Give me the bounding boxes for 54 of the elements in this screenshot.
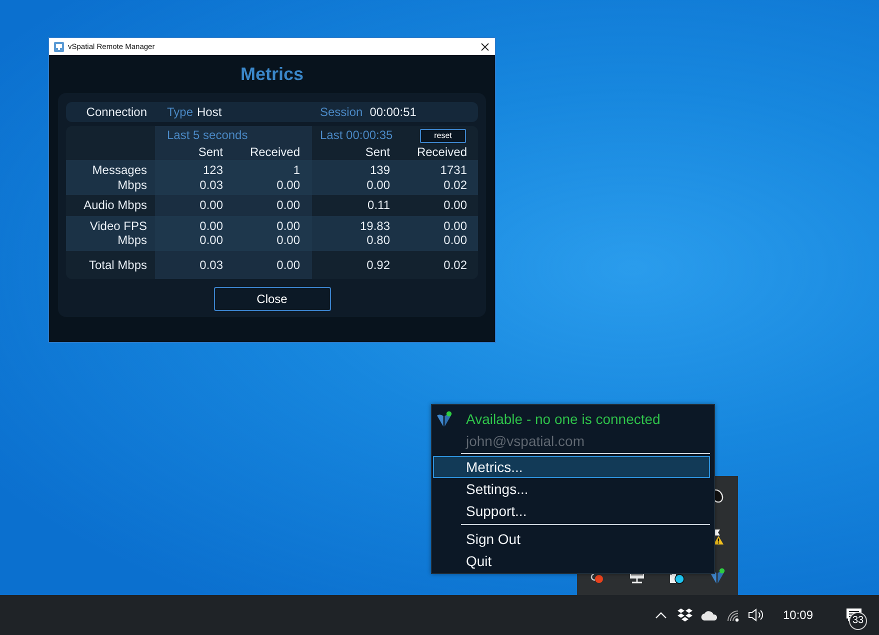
table-cell: 19.83 bbox=[312, 216, 398, 233]
dialog-heading: Metrics bbox=[240, 64, 304, 84]
table-cell: 1731 bbox=[398, 160, 478, 178]
menu-item[interactable]: Sign Out bbox=[433, 528, 710, 550]
table-cell: 0.00 bbox=[231, 216, 312, 233]
row-label: Mbps bbox=[66, 233, 155, 250]
column-header: Sent bbox=[155, 145, 231, 160]
box-logo-icon[interactable] bbox=[677, 608, 693, 622]
table-cell: 0.80 bbox=[312, 233, 398, 250]
menu-item[interactable]: Metrics... bbox=[433, 456, 710, 478]
chevron-up-icon[interactable] bbox=[655, 611, 667, 619]
row-label: Messages bbox=[66, 160, 155, 178]
app-icon[interactable] bbox=[589, 572, 605, 584]
table-cell: 1 bbox=[231, 160, 312, 178]
table-cell: 0.02 bbox=[398, 178, 478, 195]
account-email: john@vspatial.com bbox=[466, 433, 584, 449]
cloud-icon[interactable] bbox=[700, 610, 718, 620]
table-cell: 0.00 bbox=[231, 178, 312, 195]
status-text: Available - no one is connected bbox=[466, 411, 660, 427]
table-cell: 0.00 bbox=[231, 195, 312, 216]
connection-label: Connection bbox=[86, 105, 147, 119]
notification-badge: 33 bbox=[849, 612, 867, 630]
column-header: Received bbox=[231, 145, 312, 160]
menu-item[interactable]: Settings... bbox=[433, 478, 710, 500]
close-icon[interactable] bbox=[481, 42, 489, 50]
reset-button[interactable]: reset bbox=[420, 128, 466, 142]
table-cell: 123 bbox=[155, 160, 231, 178]
type-label: Type bbox=[167, 105, 194, 119]
app-icon bbox=[54, 42, 64, 52]
row-label: Video FPS bbox=[66, 216, 155, 233]
wifi-icon[interactable] bbox=[725, 608, 741, 622]
table-cell: 0.00 bbox=[312, 178, 398, 195]
table-cell: 0.00 bbox=[155, 233, 231, 250]
table-cell: 0.03 bbox=[155, 178, 231, 195]
logo-icon[interactable] bbox=[436, 410, 452, 428]
table-cell: 0.00 bbox=[231, 233, 312, 250]
table-cell: 139 bbox=[312, 160, 398, 178]
period-title: Last 00:00:35 bbox=[320, 128, 393, 143]
table-cell: 0.03 bbox=[155, 250, 231, 279]
clock-time[interactable]: 10:09 bbox=[782, 608, 814, 622]
menu-item[interactable]: Quit bbox=[433, 550, 710, 572]
session-label: Session bbox=[320, 105, 363, 119]
table-cell: 0.00 bbox=[231, 250, 312, 279]
session-time: 00:00:51 bbox=[370, 105, 416, 119]
row-label: Mbps bbox=[66, 178, 155, 195]
type-value: Host bbox=[197, 105, 222, 119]
table-cell: 0.00 bbox=[398, 216, 478, 233]
menu-item[interactable]: Support... bbox=[433, 500, 710, 522]
table-cell: 0.00 bbox=[155, 195, 231, 216]
table-cell: 0.00 bbox=[398, 233, 478, 250]
speaker-icon[interactable] bbox=[748, 608, 764, 622]
table-cell: 0.00 bbox=[155, 216, 231, 233]
close-button[interactable]: Close bbox=[214, 287, 330, 311]
period-title: Last 5 seconds bbox=[167, 128, 248, 143]
